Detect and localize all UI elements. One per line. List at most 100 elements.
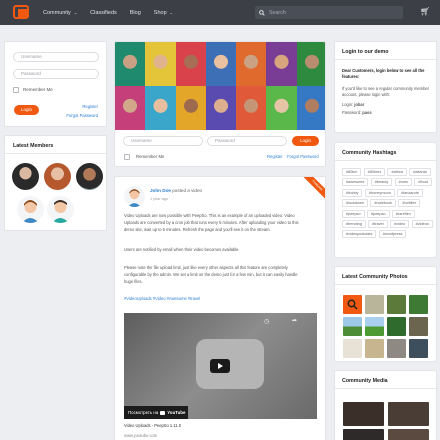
hero-remember-checkbox[interactable] [124,154,130,160]
hashtag-chip[interactable]: #atlanta [409,168,431,176]
post-timestamp[interactable]: 1 year ago [150,197,168,201]
post-hashtags[interactable]: #VideoUploads #Video #Awesome #travel [124,296,200,303]
hashtag-chip[interactable]: #80km [342,168,362,176]
media-thumb[interactable] [388,402,429,426]
demo-login-widget: Login to our demo Dear Customers, login … [334,41,437,133]
hashtag-cloud: #80km #80kms #africa #atlanta #awesome #beaut… [342,168,434,239]
hero-forgot-link[interactable]: Forgot Password [287,154,319,159]
demo-intro: Dear Customers, login below to see all t… [342,68,425,79]
hero-collage [115,42,325,130]
watch-on-youtube[interactable]: Посмотреть на YouTube [124,406,188,419]
photo-thumb[interactable] [365,317,384,336]
register-link[interactable]: Register [82,104,98,109]
member-avatar[interactable] [44,163,71,190]
search-input[interactable]: Search [255,6,403,19]
chevron-down-icon: ⌄ [169,10,173,15]
photo-thumb[interactable] [409,317,428,336]
video-embed[interactable]: ◷ ➦ Посмотреть на YouTube [124,313,317,419]
hashtag-chip[interactable]: #lanzarote [397,188,423,197]
post-paragraph-2: Users are notified by email when their v… [124,247,240,252]
hashtag-chip[interactable]: #trending [342,219,366,228]
photo-thumb[interactable] [343,317,362,336]
search-icon [259,9,265,16]
hashtag-chip[interactable]: #peepso [342,209,365,218]
member-avatar[interactable] [17,196,44,223]
hero-register-link[interactable]: Register [267,154,283,159]
youtube-logo-icon [160,410,166,415]
cart-icon[interactable]: 🛒︎ [420,7,430,16]
hashtag-chip[interactable]: #hobby [342,188,363,197]
media-thumb[interactable] [388,429,429,440]
hashtag-chip[interactable]: #awesome [342,178,369,187]
hero-login-card: Username Password Login Remember Me Regi… [114,41,326,167]
nav-classifieds[interactable]: Classifieds [90,10,117,16]
post-author-name[interactable]: John Doe [150,188,171,193]
forgot-password-link[interactable]: Forgot Password [66,113,98,118]
hashtag-chip[interactable]: #video [390,219,410,228]
hashtag-chip[interactable]: #videos [411,219,433,228]
photo-thumb[interactable] [365,339,384,358]
share-icon[interactable]: ➦ [292,317,297,324]
photo-thumb[interactable] [387,295,406,314]
top-navbar: Community ⌄ Classifieds Blog Shop ⌄ Search… [0,0,440,25]
chevron-down-icon: ⌄ [73,10,78,15]
hero-login-button[interactable]: Login [292,136,319,146]
photo-thumb[interactable] [365,295,384,314]
hashtag-chip[interactable]: #notebook [370,199,397,208]
photo-thumb[interactable] [387,339,406,358]
video-url[interactable]: www.youtube.com [124,433,157,440]
member-avatar[interactable] [12,163,39,190]
member-avatar[interactable] [76,163,103,190]
hero-password-input[interactable]: Password [207,136,287,146]
featured-ribbon: Featured [300,177,325,203]
password-input[interactable]: Password [13,69,99,79]
hashtag-chip[interactable]: #nofilter [398,199,420,208]
clock-icon[interactable]: ◷ [264,318,269,325]
remember-label: Remember Me [23,87,53,92]
post-paragraph-3: Please note the file upload limit, just … [124,265,298,284]
hashtag-chip[interactable]: #videopodcasts [342,230,377,239]
photo-thumb[interactable] [387,317,406,336]
hashtag-chip[interactable]: #rarefilm [391,209,415,218]
hashtag-chip[interactable]: #peepso [366,209,390,218]
latest-members-title: Latest Members [13,143,54,149]
photo-thumb[interactable] [409,295,428,314]
photo-thumb[interactable] [409,339,428,358]
demo-title: Login to our demo [342,49,389,55]
main-nav: Community ⌄ Classifieds Blog Shop ⌄ [43,0,173,25]
hashtag-chip[interactable]: #cars [394,178,412,187]
demo-login-line: Login: jobar [342,102,365,107]
hashtag-chip[interactable]: #honeymoon [364,188,395,197]
hero-username-input[interactable]: Username [123,136,203,146]
hashtag-chip[interactable]: #food [414,178,432,187]
media-thumb[interactable] [343,402,384,426]
hashtag-chip[interactable]: #lockdown [342,199,368,208]
media-title: Community Media [342,378,388,384]
nav-community[interactable]: Community ⌄ [43,10,77,16]
video-title[interactable]: Video Uploads - PeepSo 1.11.0 [124,423,181,430]
search-placeholder: Search [269,9,286,16]
hashtag-chip[interactable]: #80kms [363,168,386,176]
username-input[interactable]: Username [13,52,99,62]
hashtag-chip[interactable]: #africa [387,168,407,176]
remember-checkbox[interactable] [13,87,19,93]
site-logo[interactable] [13,5,30,20]
hashtag-chip[interactable]: #travel [368,219,388,228]
latest-members-widget: Latest Members [4,135,107,231]
media-thumb[interactable] [343,429,384,440]
hero-remember-label: Remember Me [136,154,165,159]
nav-shop[interactable]: Shop ⌄ [154,10,173,16]
nav-blog[interactable]: Blog [130,10,141,16]
hashtag-chip[interactable]: #wordpress [378,230,407,239]
hashtags-widget: Community Hashtags #80km #80kms #africa #at… [334,142,437,258]
hashtag-chip[interactable]: #beauty [370,178,393,187]
login-button[interactable]: Login [14,105,39,115]
photo-thumb[interactable] [343,339,362,358]
member-avatar[interactable] [47,196,74,223]
play-button-icon[interactable] [210,359,230,373]
post-author-avatar[interactable] [124,186,145,207]
post-action: posted a video [172,188,203,193]
photo-thumb[interactable] [343,295,362,314]
media-widget: Community Media [334,370,437,440]
activity-post: Featured John Doe posted a video 1 year … [114,176,326,440]
